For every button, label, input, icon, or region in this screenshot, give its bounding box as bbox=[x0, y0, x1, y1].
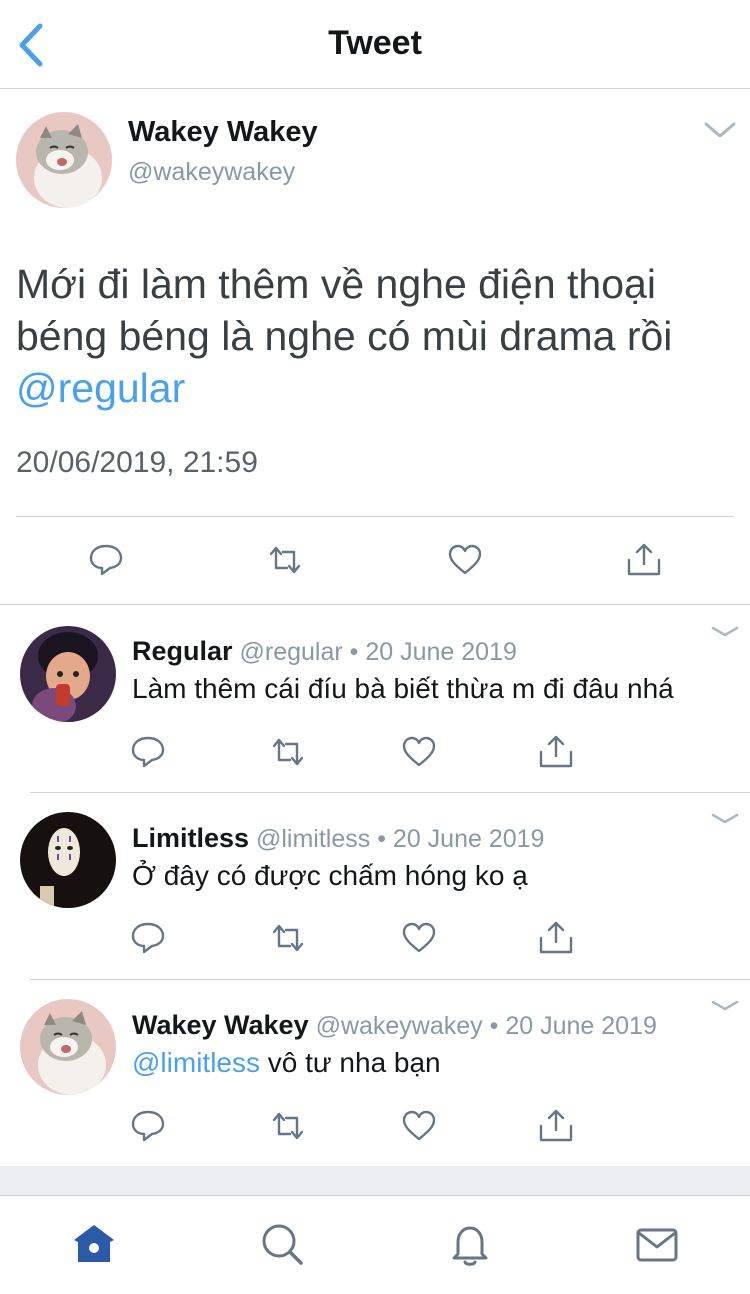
reply-text: @limitless vô tư nha bạn bbox=[132, 1047, 441, 1079]
tweet-author-name[interactable]: Wakey Wakey bbox=[128, 116, 318, 149]
home-icon[interactable] bbox=[70, 1220, 118, 1268]
like-icon[interactable] bbox=[399, 732, 439, 772]
reply-header: Regular @regular • 20 June 2019 bbox=[132, 636, 517, 667]
reply-author-name[interactable]: Wakey Wakey bbox=[132, 1010, 309, 1040]
divider bbox=[30, 979, 750, 980]
retweet-icon[interactable] bbox=[265, 540, 305, 580]
like-icon[interactable] bbox=[399, 918, 439, 958]
cat-avatar-image bbox=[20, 999, 116, 1095]
mention-link[interactable]: @limitless bbox=[132, 1047, 260, 1078]
reply-author-handle[interactable]: @limitless bbox=[256, 825, 370, 853]
avatar[interactable] bbox=[16, 112, 112, 208]
reply-icon[interactable] bbox=[128, 918, 168, 958]
timeline-end-band bbox=[0, 1166, 750, 1196]
reply-author-name[interactable]: Regular bbox=[132, 636, 233, 666]
tweet-timestamp: 20/06/2019, 21:59 bbox=[16, 446, 258, 479]
messages-icon[interactable] bbox=[633, 1220, 681, 1268]
reply-text: Làm thêm cái đíu bà biết thừa m đi đâu n… bbox=[132, 673, 674, 704]
page-title: Tweet bbox=[328, 24, 422, 62]
chevron-down-icon[interactable] bbox=[703, 120, 737, 140]
tab-bar bbox=[0, 1196, 750, 1294]
like-icon[interactable] bbox=[445, 540, 485, 580]
nav-bar: Tweet bbox=[0, 0, 750, 89]
limitless-avatar-image bbox=[20, 812, 116, 908]
avatar[interactable] bbox=[20, 999, 116, 1095]
retweet-icon[interactable] bbox=[268, 732, 308, 772]
avatar[interactable] bbox=[20, 626, 116, 722]
notifications-icon[interactable] bbox=[446, 1220, 494, 1268]
tweet-body: Mới đi làm thêm về nghe điện thoại béng … bbox=[16, 261, 673, 359]
reply-date: • 20 June 2019 bbox=[377, 825, 545, 853]
reply-date: • 20 June 2019 bbox=[489, 1012, 657, 1040]
tweet-author-handle[interactable]: @wakeywakey bbox=[128, 158, 295, 187]
reply-icon[interactable] bbox=[86, 540, 126, 580]
share-icon[interactable] bbox=[536, 1106, 576, 1146]
retweet-icon[interactable] bbox=[268, 1106, 308, 1146]
avatar[interactable] bbox=[20, 812, 116, 908]
reply-header: Limitless @limitless • 20 June 2019 bbox=[132, 823, 544, 854]
divider bbox=[0, 604, 750, 605]
chevron-down-icon[interactable] bbox=[708, 809, 742, 829]
reply-date: • 20 June 2019 bbox=[349, 638, 517, 666]
share-icon[interactable] bbox=[536, 918, 576, 958]
reply-body: vô tư nha bạn bbox=[259, 1047, 441, 1078]
chevron-down-icon[interactable] bbox=[708, 996, 742, 1016]
like-icon[interactable] bbox=[399, 1106, 439, 1146]
cat-avatar-image bbox=[16, 112, 112, 208]
reply-author-handle[interactable]: @wakeywakey bbox=[316, 1012, 483, 1040]
search-icon[interactable] bbox=[258, 1220, 306, 1268]
reply-header: Wakey Wakey @wakeywakey • 20 June 2019 bbox=[132, 1010, 657, 1041]
mention-link[interactable]: @regular bbox=[16, 365, 185, 411]
divider bbox=[16, 516, 734, 517]
reply-author-name[interactable]: Limitless bbox=[132, 823, 249, 853]
divider bbox=[30, 792, 750, 793]
reply-text: Ở đây có được chấm hóng ko ạ bbox=[132, 860, 528, 891]
regular-avatar-image bbox=[20, 626, 116, 722]
share-icon[interactable] bbox=[536, 732, 576, 772]
tweet-text: Mới đi làm thêm về nghe điện thoại béng … bbox=[16, 258, 736, 414]
reply-icon[interactable] bbox=[128, 732, 168, 772]
reply-icon[interactable] bbox=[128, 1106, 168, 1146]
reply-author-handle[interactable]: @regular bbox=[239, 638, 342, 666]
chevron-down-icon[interactable] bbox=[708, 622, 742, 642]
retweet-icon[interactable] bbox=[268, 918, 308, 958]
share-icon[interactable] bbox=[624, 540, 664, 580]
